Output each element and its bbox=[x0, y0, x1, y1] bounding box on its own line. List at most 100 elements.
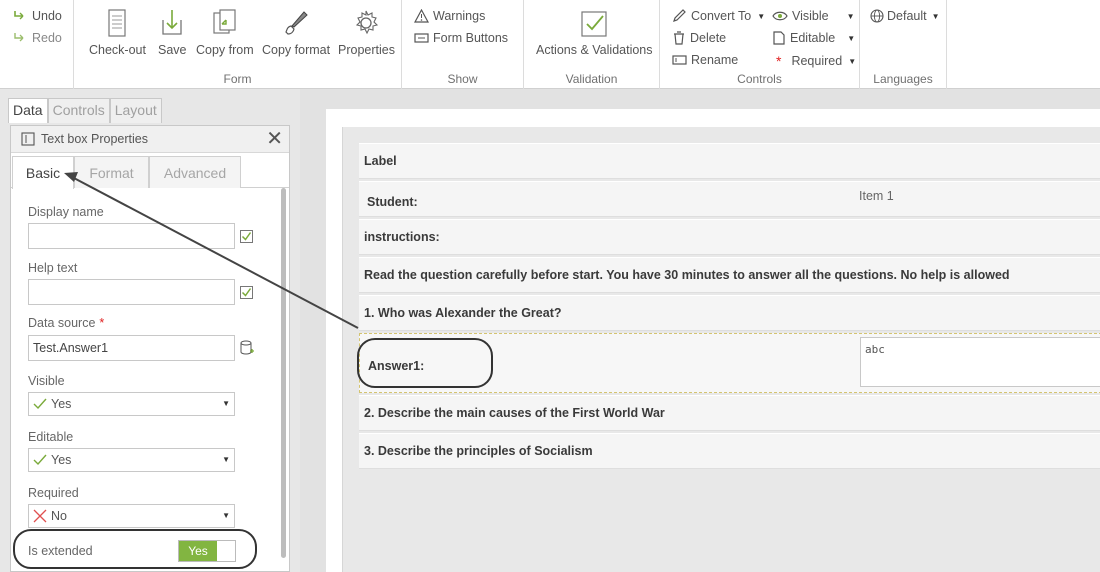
redo-button[interactable]: Redo bbox=[12, 31, 62, 45]
check-icon bbox=[33, 454, 47, 466]
delete-button[interactable]: Delete bbox=[672, 31, 726, 45]
form-group-label: Form bbox=[223, 72, 252, 86]
tab-layout[interactable]: Layout bbox=[109, 98, 162, 123]
textbox-icon bbox=[21, 132, 35, 146]
undo-label: Undo bbox=[32, 9, 62, 23]
form-buttons-icon bbox=[414, 33, 429, 43]
pencil-icon bbox=[673, 9, 686, 22]
required-label: Required bbox=[791, 54, 843, 68]
check-icon bbox=[33, 398, 47, 410]
editable-button[interactable]: Editable ▼ bbox=[772, 31, 855, 45]
instructions-text-row[interactable]: Read the question carefully before start… bbox=[359, 257, 1100, 293]
instructions-text: Read the question carefully before start… bbox=[364, 268, 1010, 282]
data-source-input[interactable]: Test.Answer1 bbox=[28, 335, 235, 361]
checkbox-checked-icon[interactable] bbox=[240, 286, 253, 299]
student-value[interactable]: Item 1 bbox=[859, 189, 894, 203]
properties-sidebar: Data Controls Layout Text box Properties… bbox=[0, 89, 300, 572]
editable-label: Editable bbox=[790, 31, 836, 45]
actions-validations-label: Actions & Validations bbox=[536, 43, 653, 57]
visible-select[interactable]: Yes ▼ bbox=[28, 392, 235, 416]
delete-label: Delete bbox=[690, 31, 727, 45]
redo-label: Redo bbox=[32, 31, 62, 45]
language-label: Default bbox=[887, 9, 927, 23]
languages-group-label: Languages bbox=[873, 72, 933, 86]
editable-select[interactable]: Yes ▼ bbox=[28, 448, 235, 472]
asterisk-icon: * bbox=[776, 53, 782, 69]
checkbox-check-icon bbox=[581, 11, 607, 37]
form-buttons-label: Form Buttons bbox=[433, 31, 509, 45]
question-3-row[interactable]: 3. Describe the principles of Socialism bbox=[359, 433, 1100, 469]
required-button[interactable]: * Required ▼ bbox=[776, 53, 856, 69]
chevron-down-icon: ▼ bbox=[848, 56, 857, 66]
textbox-properties-pane: Text box Properties ✕ Basic Format Advan… bbox=[10, 125, 290, 572]
chevron-down-icon: ▼ bbox=[222, 399, 230, 408]
editable-field-label: Editable bbox=[28, 430, 74, 444]
convert-to-button[interactable]: Convert To ▼ bbox=[672, 9, 765, 23]
copy-format-button[interactable]: Copy format bbox=[262, 8, 330, 57]
tab-advanced[interactable]: Advanced bbox=[149, 156, 241, 188]
undo-button[interactable]: Undo bbox=[12, 9, 62, 23]
save-button[interactable]: Save bbox=[158, 8, 187, 57]
answer1-highlight-ring bbox=[357, 338, 493, 388]
edit-doc-icon bbox=[773, 31, 785, 45]
properties-header: Text box Properties ✕ bbox=[11, 126, 289, 153]
scrollbar[interactable] bbox=[281, 188, 286, 558]
question-2-row[interactable]: 2. Describe the main causes of the First… bbox=[359, 395, 1100, 431]
tab-format[interactable]: Format bbox=[74, 156, 149, 188]
rename-button[interactable]: Rename bbox=[672, 53, 738, 67]
help-text-input[interactable] bbox=[28, 279, 235, 305]
data-source-label-text: Data source bbox=[28, 316, 96, 330]
property-subtabs: Basic Format Advanced bbox=[11, 154, 289, 189]
student-row[interactable]: Student: Item 1 bbox=[359, 181, 1100, 217]
visible-select-value: Yes bbox=[51, 397, 72, 411]
visible-button[interactable]: Visible ▼ bbox=[772, 9, 855, 23]
show-group-label: Show bbox=[447, 72, 478, 86]
required-select-value: No bbox=[51, 509, 67, 523]
chevron-down-icon: ▼ bbox=[847, 33, 856, 43]
required-asterisk: * bbox=[99, 316, 105, 330]
controls-group: Convert To ▼ Delete Rename Visible ▼ Edita… bbox=[660, 0, 860, 89]
student-label: Student: bbox=[367, 195, 418, 209]
checkout-button[interactable]: Check-out bbox=[89, 8, 146, 57]
chevron-down-icon: ▼ bbox=[757, 11, 766, 21]
panel-tabs: Data Controls Layout bbox=[8, 98, 162, 123]
tab-controls[interactable]: Controls bbox=[47, 98, 110, 123]
tab-data[interactable]: Data bbox=[8, 98, 48, 123]
undo-icon bbox=[14, 11, 24, 20]
properties-label: Properties bbox=[338, 43, 395, 57]
controls-group-label: Controls bbox=[737, 72, 782, 86]
languages-group: Default ▼ Languages bbox=[860, 0, 947, 89]
label-row[interactable]: Label bbox=[359, 143, 1100, 179]
visible-label: Visible bbox=[792, 9, 829, 23]
tab-basic[interactable]: Basic bbox=[12, 156, 74, 189]
close-icon[interactable]: ✕ bbox=[266, 129, 283, 149]
actions-validations-button[interactable]: Actions & Validations bbox=[536, 8, 653, 57]
question-1-row[interactable]: 1. Who was Alexander the Great? bbox=[359, 295, 1100, 331]
chevron-down-icon: ▼ bbox=[931, 11, 940, 21]
redo-icon bbox=[14, 33, 24, 42]
eye-icon bbox=[772, 11, 788, 21]
checkbox-checked-icon[interactable] bbox=[240, 230, 253, 243]
language-dropdown[interactable]: Default ▼ bbox=[870, 9, 940, 23]
copy-from-button[interactable]: Copy from bbox=[196, 8, 254, 57]
question-3-text: 3. Describe the principles of Socialism bbox=[364, 444, 593, 458]
save-label: Save bbox=[158, 43, 187, 57]
warnings-toggle[interactable]: Warnings bbox=[414, 9, 485, 23]
instructions-label-row[interactable]: instructions: bbox=[359, 219, 1100, 255]
help-text-label: Help text bbox=[28, 261, 78, 275]
rename-icon bbox=[672, 55, 687, 65]
form-canvas: Label Student: Item 1 instructions: Read… bbox=[300, 89, 1100, 572]
properties-button[interactable]: Properties bbox=[338, 8, 395, 57]
data-source-label: Data source * bbox=[28, 316, 104, 330]
rename-label: Rename bbox=[691, 53, 739, 67]
answer1-textarea[interactable]: abc bbox=[860, 337, 1100, 387]
required-select[interactable]: No ▼ bbox=[28, 504, 235, 528]
checkout-label: Check-out bbox=[89, 43, 146, 57]
display-name-input[interactable] bbox=[28, 223, 235, 249]
display-name-label: Display name bbox=[28, 205, 104, 219]
form-buttons-toggle[interactable]: Form Buttons bbox=[414, 31, 508, 45]
instructions-label: instructions: bbox=[364, 230, 440, 244]
database-icon[interactable] bbox=[240, 340, 254, 356]
ribbon-toolbar: Undo Redo Check-out Save Copy from Copy … bbox=[0, 0, 1100, 89]
convert-to-label: Convert To bbox=[691, 9, 752, 23]
